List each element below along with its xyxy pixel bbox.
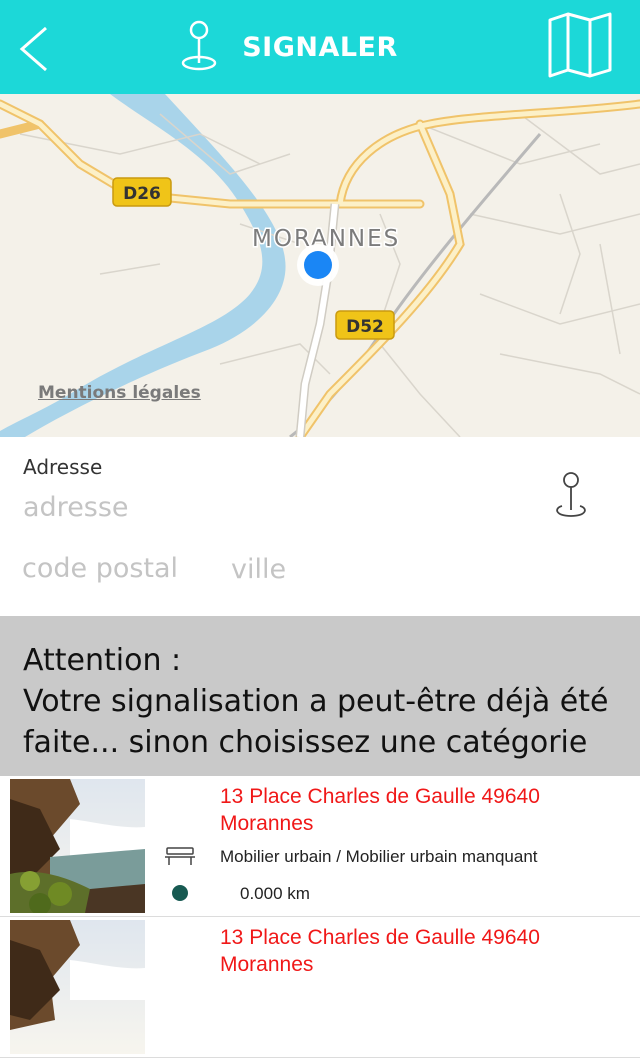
address-form: Adresse <box>0 437 640 615</box>
map-view[interactable]: MORANNES D26 D52 Mentions légales <box>0 94 640 437</box>
warning-title: Attention : <box>23 643 182 678</box>
road-label-d52: D52 <box>346 317 384 337</box>
page-title: SIGNALER <box>242 32 398 63</box>
folded-map-icon[interactable] <box>546 12 614 78</box>
location-dot <box>304 251 332 279</box>
report-list-item[interactable]: 13 Place Charles de Gaulle 49640 Moranne… <box>0 776 640 917</box>
warning-text: Attention : Votre signalisation a peut-ê… <box>23 640 623 763</box>
report-distance: 0.000 km <box>240 884 310 903</box>
address-input[interactable] <box>23 489 503 525</box>
legal-link[interactable]: Mentions légales <box>38 383 201 403</box>
report-address: 13 Place Charles de Gaulle 49640 Moranne… <box>220 785 540 835</box>
report-list-item[interactable]: 13 Place Charles de Gaulle 49640 Moranne… <box>0 917 640 1058</box>
warning-banner: Attention : Votre signalisation a peut-ê… <box>0 616 640 776</box>
bench-icon <box>165 847 195 865</box>
nav-bar: SIGNALER <box>0 0 640 94</box>
road-label-d26: D26 <box>123 184 161 204</box>
report-category: Mobilier urbain / Mobilier urbain manqua… <box>220 847 538 866</box>
report-address: 13 Place Charles de Gaulle 49640 Moranne… <box>220 926 540 976</box>
warning-message: Votre signalisation a peut-être déjà été… <box>23 684 609 760</box>
report-thumbnail <box>10 920 145 1054</box>
locate-pin-icon[interactable] <box>552 470 590 520</box>
postal-code-input[interactable] <box>22 550 212 586</box>
address-label: Adresse <box>23 455 103 479</box>
report-thumbnail <box>10 779 145 913</box>
status-dot <box>172 885 188 901</box>
city-input[interactable] <box>231 551 431 587</box>
